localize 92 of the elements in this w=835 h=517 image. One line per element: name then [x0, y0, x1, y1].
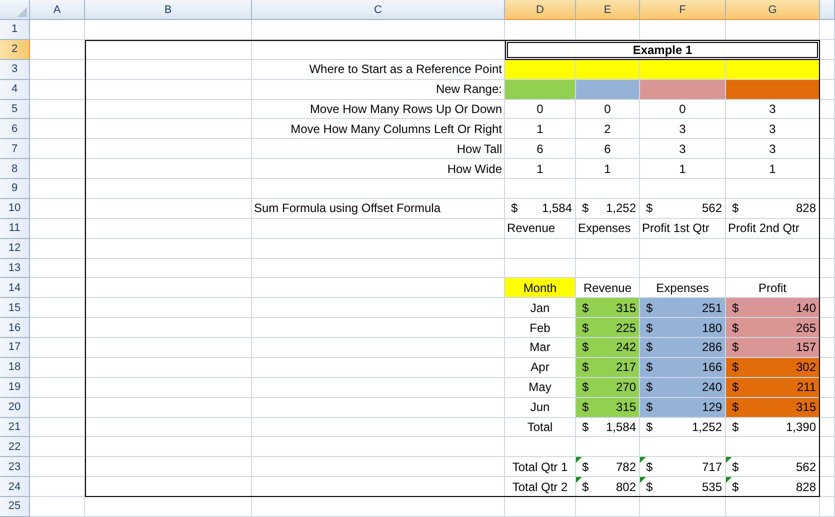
- table-cell: 6: [505, 139, 576, 160]
- table-cell: $ 315: [576, 398, 640, 418]
- table-cell: Profit 1st Qtr: [640, 218, 726, 239]
- table-cell: 3: [640, 139, 726, 160]
- row-header[interactable]: 22: [0, 437, 30, 458]
- table-cell: Expenses: [576, 218, 640, 239]
- table-cell: $ 286: [640, 338, 726, 358]
- row-header[interactable]: 11: [0, 218, 30, 239]
- table-cell: $ 217: [576, 358, 640, 378]
- row-header[interactable]: 9: [0, 179, 30, 199]
- column-header[interactable]: C: [252, 0, 505, 20]
- table-cell: 3: [726, 139, 820, 160]
- table-cell: $ 157: [726, 338, 820, 358]
- row-header[interactable]: 20: [0, 398, 30, 418]
- row-header[interactable]: 5: [0, 100, 30, 120]
- column-header[interactable]: F: [640, 0, 726, 20]
- table-cell: $ 562: [640, 198, 726, 219]
- row-header[interactable]: 23: [0, 457, 30, 478]
- table-cell: 0: [640, 100, 726, 120]
- table-cell: Profit 2nd Qtr: [726, 218, 820, 239]
- column-header[interactable]: B: [85, 0, 252, 20]
- row-header[interactable]: 2: [0, 40, 30, 60]
- table-cell: Total Qtr 2: [505, 477, 576, 497]
- table-cell: $ 302: [726, 358, 820, 378]
- table-cell: Total Qtr 1: [505, 457, 576, 478]
- table-cell: $ 1,252: [576, 198, 640, 219]
- table-cell: $ 225: [576, 318, 640, 338]
- table-cell: $ 782: [576, 457, 640, 478]
- row-header[interactable]: 6: [0, 119, 30, 140]
- row-header[interactable]: 19: [0, 378, 30, 398]
- table-cell: $ 180: [640, 318, 726, 338]
- table-cell: $ 129: [640, 398, 726, 418]
- table-cell: 1: [576, 159, 640, 179]
- table-cell: 1: [726, 159, 820, 179]
- table-cell: 1: [505, 159, 576, 179]
- column-header[interactable]: D: [505, 0, 576, 20]
- row-header[interactable]: 10: [0, 198, 30, 219]
- table-cell: New Range:: [252, 80, 505, 100]
- table-cell: 0: [505, 100, 576, 120]
- row-header[interactable]: 21: [0, 418, 30, 438]
- table-cell: $ 166: [640, 358, 726, 378]
- column-header[interactable]: A: [30, 0, 85, 20]
- table-cell: $ 1,584: [576, 418, 640, 438]
- table-cell: $ 1,252: [640, 418, 726, 438]
- column-header[interactable]: E: [576, 0, 640, 20]
- table-cell: $ 315: [726, 398, 820, 418]
- table-cell: How Tall: [252, 139, 505, 160]
- table-cell: Sum Formula using Offset Formula: [252, 198, 505, 219]
- column-header[interactable]: G: [726, 0, 820, 20]
- table-cell: $ 140: [726, 298, 820, 318]
- table-cell: 0: [576, 100, 640, 120]
- table-cell: $ 315: [576, 298, 640, 318]
- table-cell: $ 240: [640, 378, 726, 398]
- table-cell: $ 1,390: [726, 418, 820, 438]
- row-header[interactable]: 25: [0, 497, 30, 517]
- table-cell: Move How Many Columns Left Or Right: [252, 119, 505, 140]
- table-cell: $ 265: [726, 318, 820, 338]
- row-header[interactable]: 16: [0, 318, 30, 338]
- table-cell: 1: [505, 119, 576, 140]
- table-cell: How Wide: [252, 159, 505, 179]
- table-cell: 3: [726, 119, 820, 140]
- table-cell: $ 242: [576, 338, 640, 358]
- row-header[interactable]: 17: [0, 338, 30, 358]
- table-cell: Month: [505, 278, 576, 298]
- table-cell: Revenue: [505, 218, 576, 239]
- row-header[interactable]: 1: [0, 20, 30, 40]
- row-header[interactable]: 18: [0, 358, 30, 378]
- table-cell: $ 251: [640, 298, 726, 318]
- table-cell: $ 270: [576, 378, 640, 398]
- row-header[interactable]: 4: [0, 80, 30, 100]
- row-header[interactable]: 8: [0, 159, 30, 179]
- table-cell: $ 535: [640, 477, 726, 497]
- table-cell: 3: [726, 100, 820, 120]
- table-cell: Where to Start as a Reference Point: [252, 60, 505, 80]
- table-cell: Move How Many Rows Up Or Down: [252, 100, 505, 120]
- table-cell: $ 211: [726, 378, 820, 398]
- table-cell: 3: [640, 119, 726, 140]
- row-header[interactable]: 15: [0, 298, 30, 318]
- row-header[interactable]: 13: [0, 258, 30, 278]
- row-header[interactable]: 7: [0, 139, 30, 160]
- row-header[interactable]: 14: [0, 278, 30, 298]
- table-cell: $ 802: [576, 477, 640, 497]
- row-header[interactable]: 24: [0, 477, 30, 497]
- table-cell: 6: [576, 139, 640, 160]
- table-cell: $ 562: [726, 457, 820, 478]
- row-header[interactable]: 12: [0, 238, 30, 258]
- table-cell: Total: [505, 418, 576, 438]
- table-cell: 2: [576, 119, 640, 140]
- table-cell: 1: [640, 159, 726, 179]
- row-header[interactable]: 3: [0, 60, 30, 80]
- table-cell: $ 717: [640, 457, 726, 478]
- table-cell: $ 1,584: [505, 198, 576, 219]
